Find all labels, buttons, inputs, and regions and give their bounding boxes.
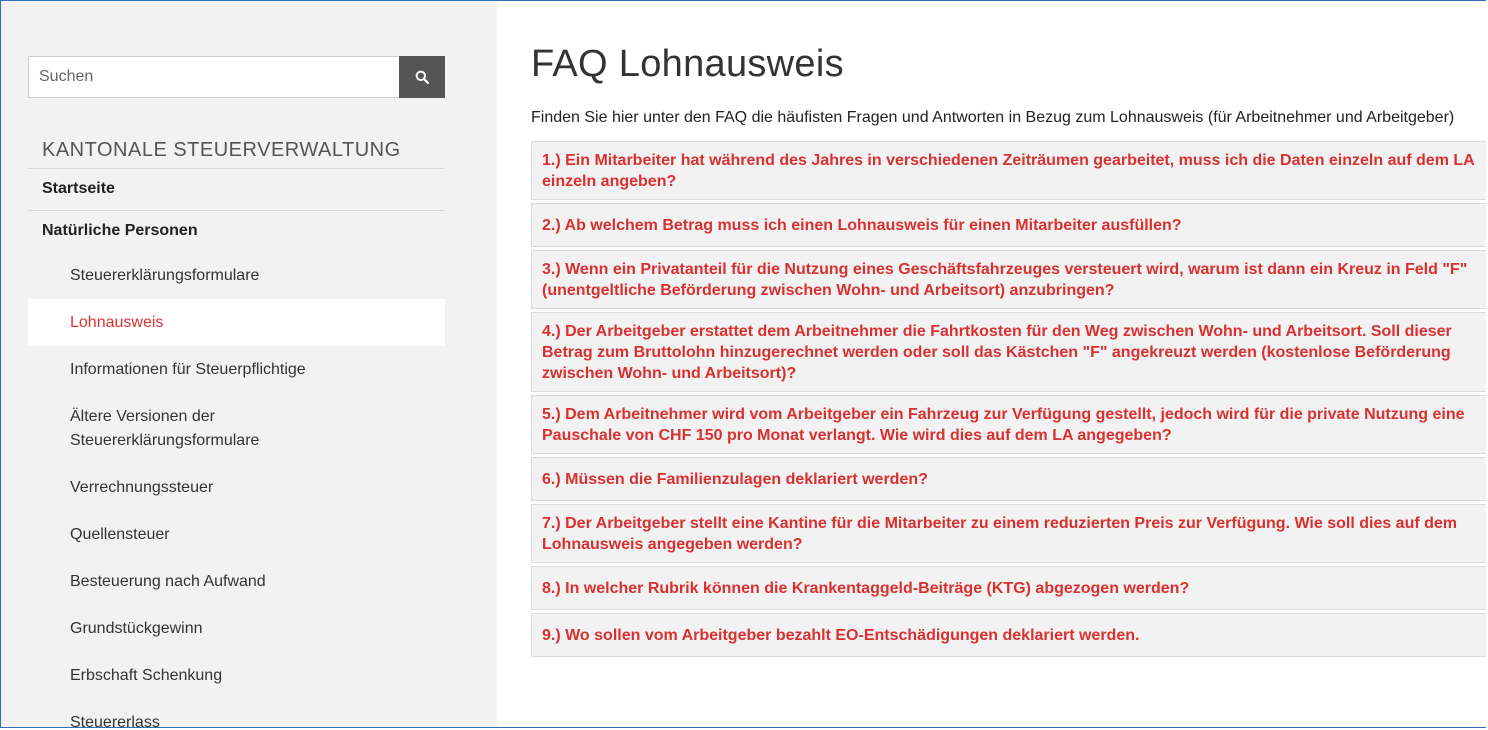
sidebar-subitem-lohnausweis[interactable]: Lohnausweis — [28, 299, 445, 346]
main-content: FAQ Lohnausweis Finden Sie hier unter de… — [497, 1, 1486, 727]
faq-item[interactable]: 6.) Müssen die Familienzulagen deklarier… — [531, 457, 1486, 501]
search-button[interactable] — [399, 56, 445, 98]
sidebar-item-startseite[interactable]: Startseite — [28, 169, 445, 211]
sidebar-subitem-informationen[interactable]: Informationen für Steuerpflichtige — [28, 346, 445, 393]
faq-item[interactable]: 5.) Dem Arbeitnehmer wird vom Arbeitgebe… — [531, 395, 1486, 454]
sidebar-subitem-erbschaft-schenkung[interactable]: Erbschaft Schenkung — [28, 652, 445, 699]
sidebar-subitem-aeltere-versionen[interactable]: Ältere Versionen der Steuererklärungsfor… — [28, 393, 445, 464]
sidebar-subitem-grundstueckgewinn[interactable]: Grundstückgewinn — [28, 605, 445, 652]
faq-item[interactable]: 4.) Der Arbeitgeber erstattet dem Arbeit… — [531, 312, 1486, 392]
intro-text: Finden Sie hier unter den FAQ die häufis… — [531, 109, 1455, 126]
page-frame: KANTONALE STEUERVERWALTUNG Startseite Na… — [0, 0, 1486, 728]
faq-item[interactable]: 9.) Wo sollen vom Arbeitgeber bezahlt EO… — [531, 613, 1486, 657]
faq-item[interactable]: 2.) Ab welchem Betrag muss ich einen Loh… — [531, 203, 1486, 247]
faq-item[interactable]: 7.) Der Arbeitgeber stellt eine Kantine … — [531, 504, 1486, 563]
sidebar: KANTONALE STEUERVERWALTUNG Startseite Na… — [1, 1, 497, 727]
sidebar-title: KANTONALE STEUERVERWALTUNG — [28, 128, 445, 169]
sidebar-subitem-steuererlass[interactable]: Steuererlass — [28, 699, 445, 727]
search-box — [28, 56, 445, 98]
sidebar-subitem-besteuerung-nach-aufwand[interactable]: Besteuerung nach Aufwand — [28, 558, 445, 605]
sidebar-item-natuerliche-personen[interactable]: Natürliche Personen — [28, 211, 445, 252]
sidebar-subitem-quellensteuer[interactable]: Quellensteuer — [28, 511, 445, 558]
sidebar-subitem-verrechnungssteuer[interactable]: Verrechnungssteuer — [28, 464, 445, 511]
faq-list: 1.) Ein Mitarbeiter hat während des Jahr… — [531, 141, 1486, 657]
faq-item[interactable]: 1.) Ein Mitarbeiter hat während des Jahr… — [531, 141, 1486, 200]
search-icon — [415, 70, 429, 84]
faq-item[interactable]: 3.) Wenn ein Privatanteil für die Nutzun… — [531, 250, 1486, 309]
search-input[interactable] — [28, 56, 399, 98]
sidebar-subitem-steuererklaerungsformulare[interactable]: Steuererklärungsformulare — [28, 252, 445, 299]
page-title: FAQ Lohnausweis — [531, 43, 844, 85]
faq-item[interactable]: 8.) In welcher Rubrik können die Kranken… — [531, 566, 1486, 610]
